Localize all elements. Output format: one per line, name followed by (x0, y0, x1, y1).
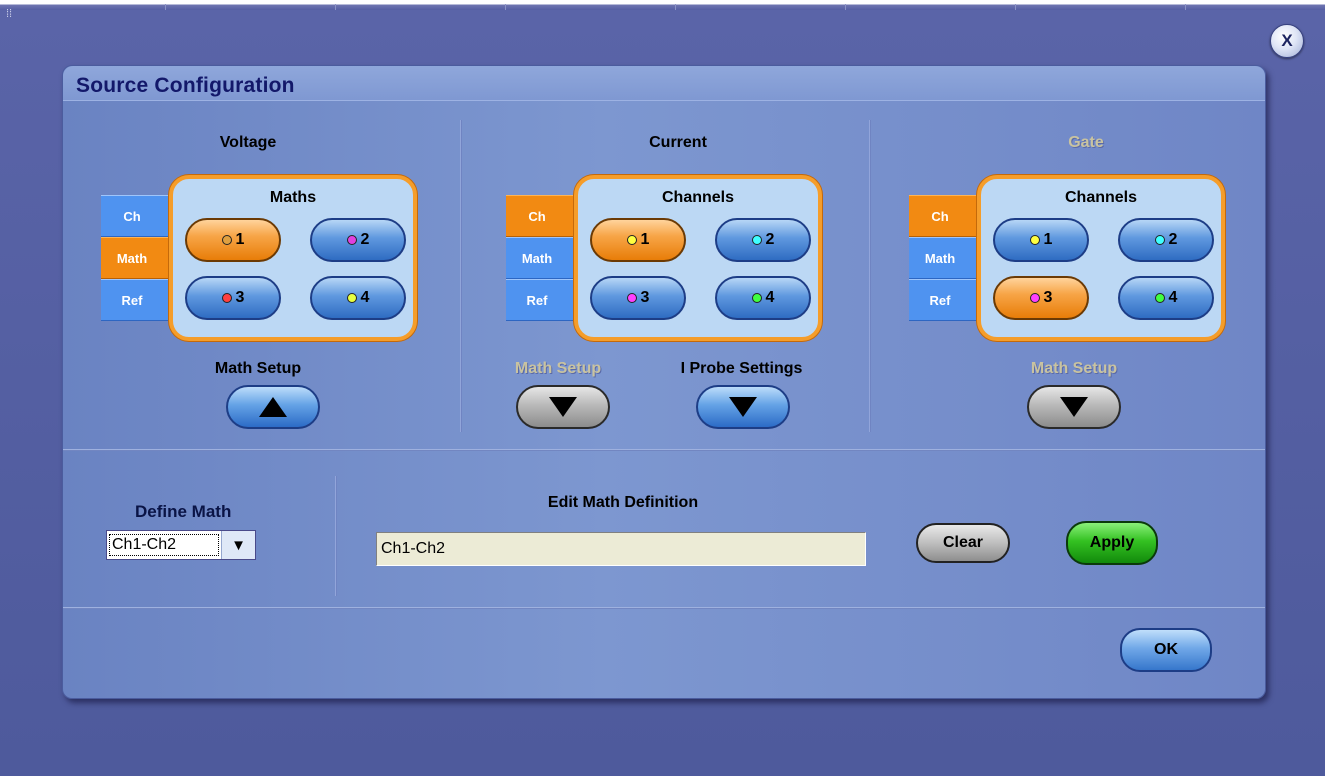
edit-math-definition-input[interactable] (376, 532, 866, 566)
current-math-setup-button[interactable] (516, 385, 610, 429)
panel-title: Channels (661, 189, 734, 206)
arrow-up-icon (259, 397, 287, 417)
window-border-tick (165, 4, 166, 10)
define-math-select[interactable]: Ch1-Ch2 ▼ (106, 530, 256, 560)
window-top-border (0, 0, 1325, 10)
apply-button[interactable]: Apply (1066, 521, 1158, 565)
voltage-math-3-button[interactable]: 3 (185, 276, 281, 320)
dialog-title-bar: Source Configuration (63, 66, 1265, 101)
current-channels-panel: Channels 1 2 3 4 (574, 175, 822, 341)
math-dot-icon (221, 235, 232, 245)
section-divider-horizontal (63, 607, 1265, 609)
channel-dot-icon (1029, 235, 1040, 245)
gate-channel-2-button[interactable]: 2 (1118, 218, 1214, 262)
math-dot-icon (346, 235, 357, 245)
gate-math-setup-button[interactable] (1027, 385, 1121, 429)
define-math-selected-value: Ch1-Ch2 (109, 534, 219, 556)
close-icon: X (1281, 31, 1293, 50)
voltage-tab-ch[interactable]: Ch (101, 195, 169, 237)
channel-dot-icon (1154, 235, 1165, 245)
gate-channel-3-button[interactable]: 3 (993, 276, 1089, 320)
current-channel-3-button[interactable]: 3 (590, 276, 686, 320)
panel-title: Maths (269, 189, 317, 206)
voltage-tab-math[interactable]: Math (101, 237, 169, 279)
channel-dot-icon (626, 235, 637, 245)
panel-title: Channels (1064, 189, 1137, 206)
section-divider (460, 120, 462, 432)
window-border-tick (845, 4, 846, 10)
channel-dot-icon (751, 235, 762, 245)
current-tab-ref[interactable]: Ref (506, 279, 574, 321)
source-configuration-dialog: Source Configuration Voltage Ch Math Ref… (62, 65, 1266, 699)
current-channel-4-button[interactable]: 4 (715, 276, 811, 320)
dropdown-arrow-icon[interactable]: ▼ (221, 531, 255, 559)
section-divider (869, 120, 871, 432)
window-border-tick (1185, 4, 1186, 10)
arrow-down-icon (729, 397, 757, 417)
gate-channel-4-button[interactable]: 4 (1118, 276, 1214, 320)
current-tab-ch[interactable]: Ch (506, 195, 574, 237)
channel-dot-icon (1154, 293, 1165, 303)
gate-math-setup-label: Math Setup (1030, 360, 1118, 377)
section-divider (335, 476, 337, 596)
arrow-down-icon (1060, 397, 1088, 417)
gate-channel-1-button[interactable]: 1 (993, 218, 1089, 262)
ok-button[interactable]: OK (1120, 628, 1212, 672)
window-border-tick (675, 4, 676, 10)
channel-dot-icon (626, 293, 637, 303)
arrow-down-icon (549, 397, 577, 417)
section-divider-horizontal (63, 449, 1265, 451)
voltage-math-setup-label: Math Setup (214, 360, 302, 377)
gate-title: Gate (1068, 134, 1104, 151)
current-channel-1-button[interactable]: 1 (590, 218, 686, 262)
clear-button[interactable]: Clear (916, 523, 1010, 563)
channel-dot-icon (1029, 293, 1040, 303)
dialog-title: Source Configuration (76, 74, 295, 97)
voltage-maths-panel: Maths 1 2 3 4 (169, 175, 417, 341)
gate-tab-ch[interactable]: Ch (909, 195, 977, 237)
resize-grip-icon: ⁞⁞ (6, 8, 13, 20)
gate-channels-panel: Channels 1 2 3 4 (977, 175, 1225, 341)
current-title: Current (649, 134, 707, 151)
current-channel-2-button[interactable]: 2 (715, 218, 811, 262)
window-border-tick (1015, 4, 1016, 10)
define-math-label: Define Math (135, 502, 232, 521)
math-dot-icon (221, 293, 232, 303)
probe-settings-button[interactable] (696, 385, 790, 429)
window-border-tick (505, 4, 506, 10)
voltage-title: Voltage (219, 134, 277, 151)
edit-math-definition-label: Edit Math Definition (547, 494, 699, 511)
channel-dot-icon (751, 293, 762, 303)
probe-settings-label: I Probe Settings (680, 360, 803, 377)
current-tab-math[interactable]: Math (506, 237, 574, 279)
voltage-tab-ref[interactable]: Ref (101, 279, 169, 321)
voltage-math-4-button[interactable]: 4 (310, 276, 406, 320)
window-border-tick (335, 4, 336, 10)
math-dot-icon (346, 293, 357, 303)
voltage-math-2-button[interactable]: 2 (310, 218, 406, 262)
gate-tab-ref[interactable]: Ref (909, 279, 977, 321)
current-math-setup-label: Math Setup (514, 360, 602, 377)
voltage-math-1-button[interactable]: 1 (185, 218, 281, 262)
voltage-math-setup-button[interactable] (226, 385, 320, 429)
close-button[interactable]: X (1270, 24, 1304, 58)
gate-tab-math[interactable]: Math (909, 237, 977, 279)
